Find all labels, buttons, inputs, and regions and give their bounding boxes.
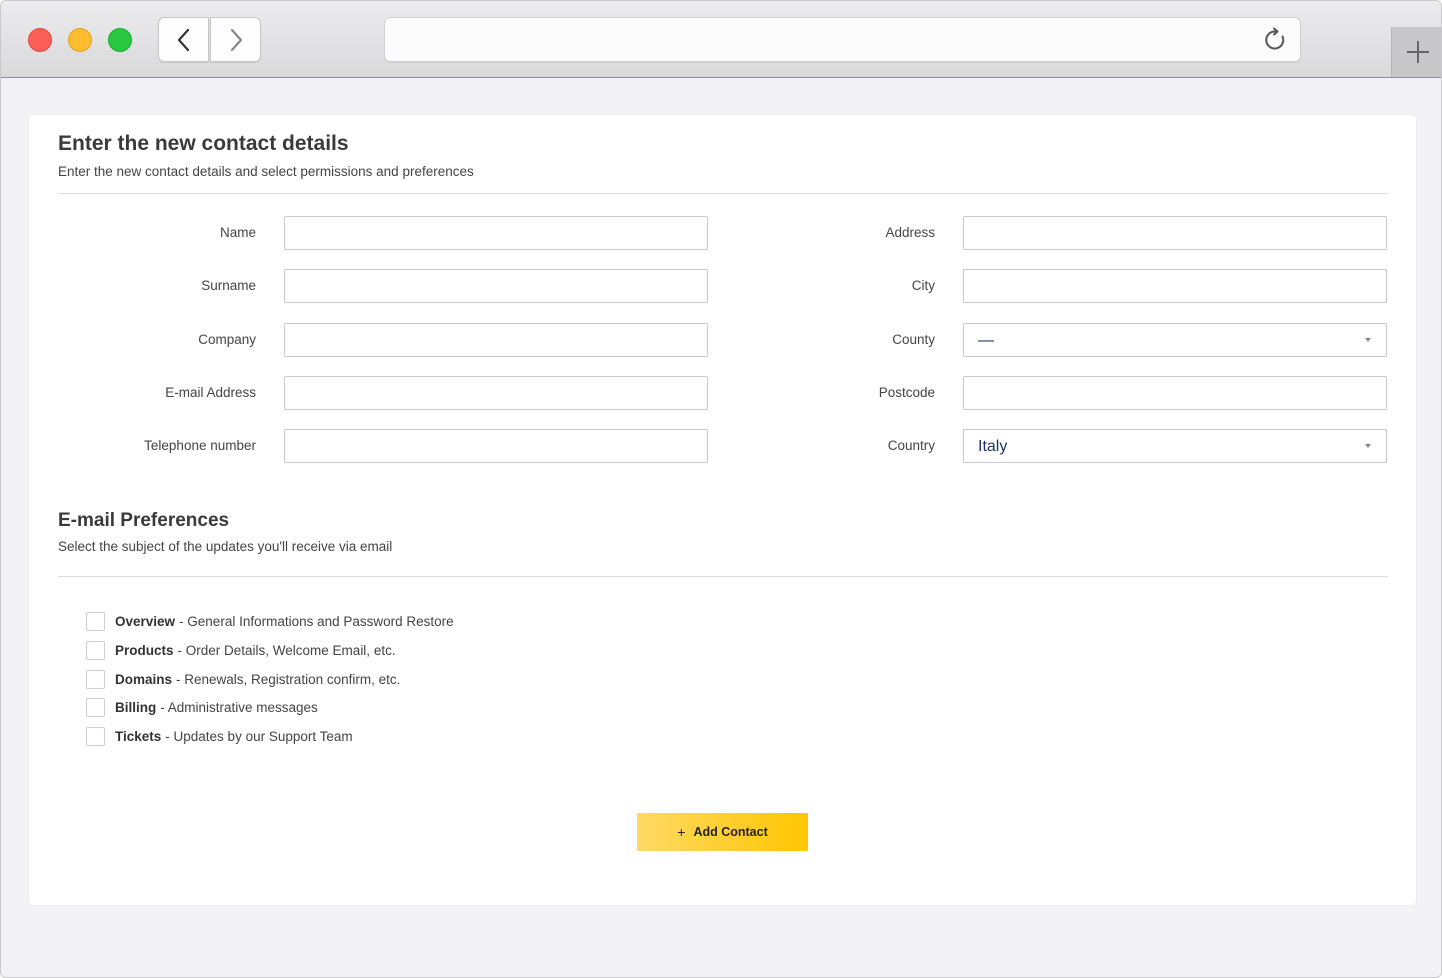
preference-name: Tickets (115, 728, 162, 744)
postcode-input[interactable] (963, 376, 1387, 410)
preference-description: - Renewals, Registration confirm, etc. (176, 671, 401, 687)
country-selected-value: Italy (978, 438, 1008, 455)
name-label: Name (219, 225, 256, 240)
name-input[interactable] (284, 216, 708, 250)
postcode-label: Postcode (878, 385, 935, 400)
surname-input[interactable] (284, 269, 708, 303)
preference-name: Overview (115, 613, 176, 629)
address-bar[interactable] (384, 17, 1301, 62)
preference-description: - General Informations and Password Rest… (179, 613, 454, 629)
minimize-window-button[interactable] (68, 28, 92, 52)
city-input[interactable] (963, 269, 1387, 303)
products-checkbox[interactable] (86, 640, 105, 660)
preference-name: Domains (115, 671, 173, 687)
surname-label: Surname (201, 278, 256, 293)
forward-button[interactable] (210, 17, 261, 62)
chevron-left-icon (177, 28, 189, 51)
preference-description: - Administrative messages (160, 699, 318, 715)
county-selected-value: — (978, 332, 994, 349)
caret-down-icon (1365, 338, 1371, 342)
browser-window: Enter the new contact details Enter the … (0, 0, 1442, 978)
form-subtitle: Enter the new contact details and select… (58, 164, 474, 179)
preference-item-billing[interactable]: Billing - Administrative messages (86, 697, 318, 717)
caret-down-icon (1365, 444, 1371, 448)
county-label: County (892, 332, 935, 347)
reload-icon[interactable] (1262, 27, 1288, 53)
add-contact-label: Add Contact (693, 825, 768, 839)
chevron-right-icon (230, 28, 242, 51)
back-button[interactable] (158, 17, 209, 62)
form-title: Enter the new contact details (58, 132, 349, 155)
preference-description: - Updates by our Support Team (165, 728, 353, 744)
country-label: Country (887, 438, 935, 453)
preference-item-domains[interactable]: Domains - Renewals, Registration confirm… (86, 669, 400, 689)
preference-item-overview[interactable]: Overview - General Informations and Pass… (86, 611, 454, 631)
plus-icon: + (677, 824, 686, 840)
preference-name: Products (115, 642, 174, 658)
preferences-subtitle: Select the subject of the updates you'll… (58, 539, 393, 554)
preference-item-tickets[interactable]: Tickets - Updates by our Support Team (86, 726, 353, 746)
browser-toolbar (1, 1, 1441, 78)
new-tab-button[interactable] (1391, 27, 1441, 77)
preferences-title: E-mail Preferences (58, 510, 230, 531)
contact-form-card: Enter the new contact details Enter the … (29, 115, 1416, 905)
divider (58, 576, 1388, 577)
preference-description: - Order Details, Welcome Email, etc. (177, 642, 396, 658)
company-input[interactable] (284, 323, 708, 357)
maximize-window-button[interactable] (108, 28, 132, 52)
close-window-button[interactable] (28, 28, 52, 52)
plus-icon (1406, 41, 1429, 63)
county-select[interactable]: — (963, 323, 1387, 357)
tickets-checkbox[interactable] (86, 726, 105, 746)
add-contact-button[interactable]: + Add Contact (637, 813, 808, 851)
email-label: E-mail Address (165, 385, 256, 400)
city-label: City (911, 278, 935, 293)
overview-checkbox[interactable] (86, 611, 105, 631)
billing-checkbox[interactable] (86, 697, 105, 717)
company-label: Company (198, 332, 256, 347)
preference-item-products[interactable]: Products - Order Details, Welcome Email,… (86, 640, 396, 660)
domains-checkbox[interactable] (86, 669, 105, 689)
email-input[interactable] (284, 376, 708, 410)
telephone-input[interactable] (284, 429, 708, 463)
preference-name: Billing (115, 699, 157, 715)
telephone-label: Telephone number (144, 438, 256, 453)
address-label: Address (885, 225, 935, 240)
country-select[interactable]: Italy (963, 429, 1387, 463)
address-input[interactable] (963, 216, 1387, 250)
divider (58, 193, 1388, 194)
